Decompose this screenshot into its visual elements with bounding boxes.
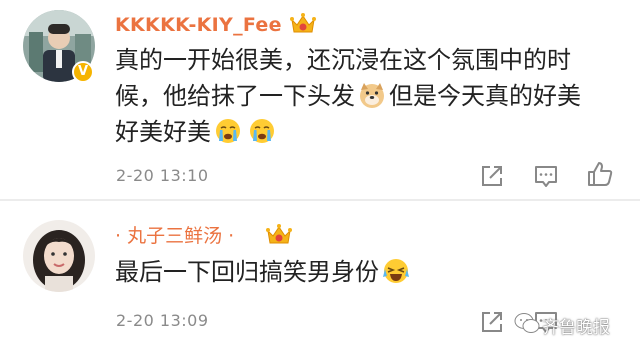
comment-icon[interactable] bbox=[532, 162, 560, 190]
avatar[interactable] bbox=[23, 220, 95, 292]
comment-text-line: 真的一开始很美，还沉浸在这个氛围中的时 bbox=[115, 46, 571, 74]
verified-badge: V bbox=[72, 61, 94, 83]
comment-text-segment: 但是今天真的好美 bbox=[389, 82, 581, 110]
crown-badge-icon bbox=[290, 13, 316, 33]
comment-item: V KKKKK-KIY_Fee 真的一开始很美，还沉浸在这个氛围中的时 候，他给… bbox=[0, 0, 640, 199]
wechat-logo-icon bbox=[514, 313, 540, 333]
watermark: 齐鲁晚报 bbox=[542, 318, 610, 338]
comment-timestamp: 2-20 13:10 bbox=[116, 166, 209, 185]
crying-emoji bbox=[250, 119, 274, 143]
comment-text-line: 最后一下回归搞笑男身份 bbox=[115, 254, 630, 290]
comment-text: 真的一开始很美，还沉浸在这个氛围中的时 候，他给抹了一下头发 但是今天真的好美 … bbox=[115, 42, 630, 150]
doge-emoji bbox=[360, 83, 384, 108]
comment-text-segment: 候，他给抹了一下头发 bbox=[115, 82, 355, 110]
comment-text-segment: 最后一下回归搞笑男身份 bbox=[115, 258, 379, 286]
comment-text-line: 候，他给抹了一下头发 但是今天真的好美 bbox=[115, 78, 630, 114]
crying-emoji bbox=[216, 119, 240, 143]
comment-text-segment: 好美好美 bbox=[115, 118, 211, 146]
comment-timestamp: 2-20 13:09 bbox=[116, 311, 209, 330]
share-icon[interactable] bbox=[478, 308, 506, 336]
thumbs-up-icon[interactable] bbox=[586, 160, 614, 188]
share-icon[interactable] bbox=[478, 162, 506, 190]
comment-username[interactable]: · 丸子三鲜汤 · bbox=[115, 224, 234, 248]
laughing-emoji bbox=[383, 259, 409, 283]
comment-username[interactable]: KKKKK-KIY_Fee bbox=[115, 13, 282, 37]
comment-text: 最后一下回归搞笑男身份 bbox=[115, 254, 630, 290]
crown-badge-icon bbox=[266, 224, 292, 244]
comment-text-line: 好美好美 bbox=[115, 114, 630, 150]
